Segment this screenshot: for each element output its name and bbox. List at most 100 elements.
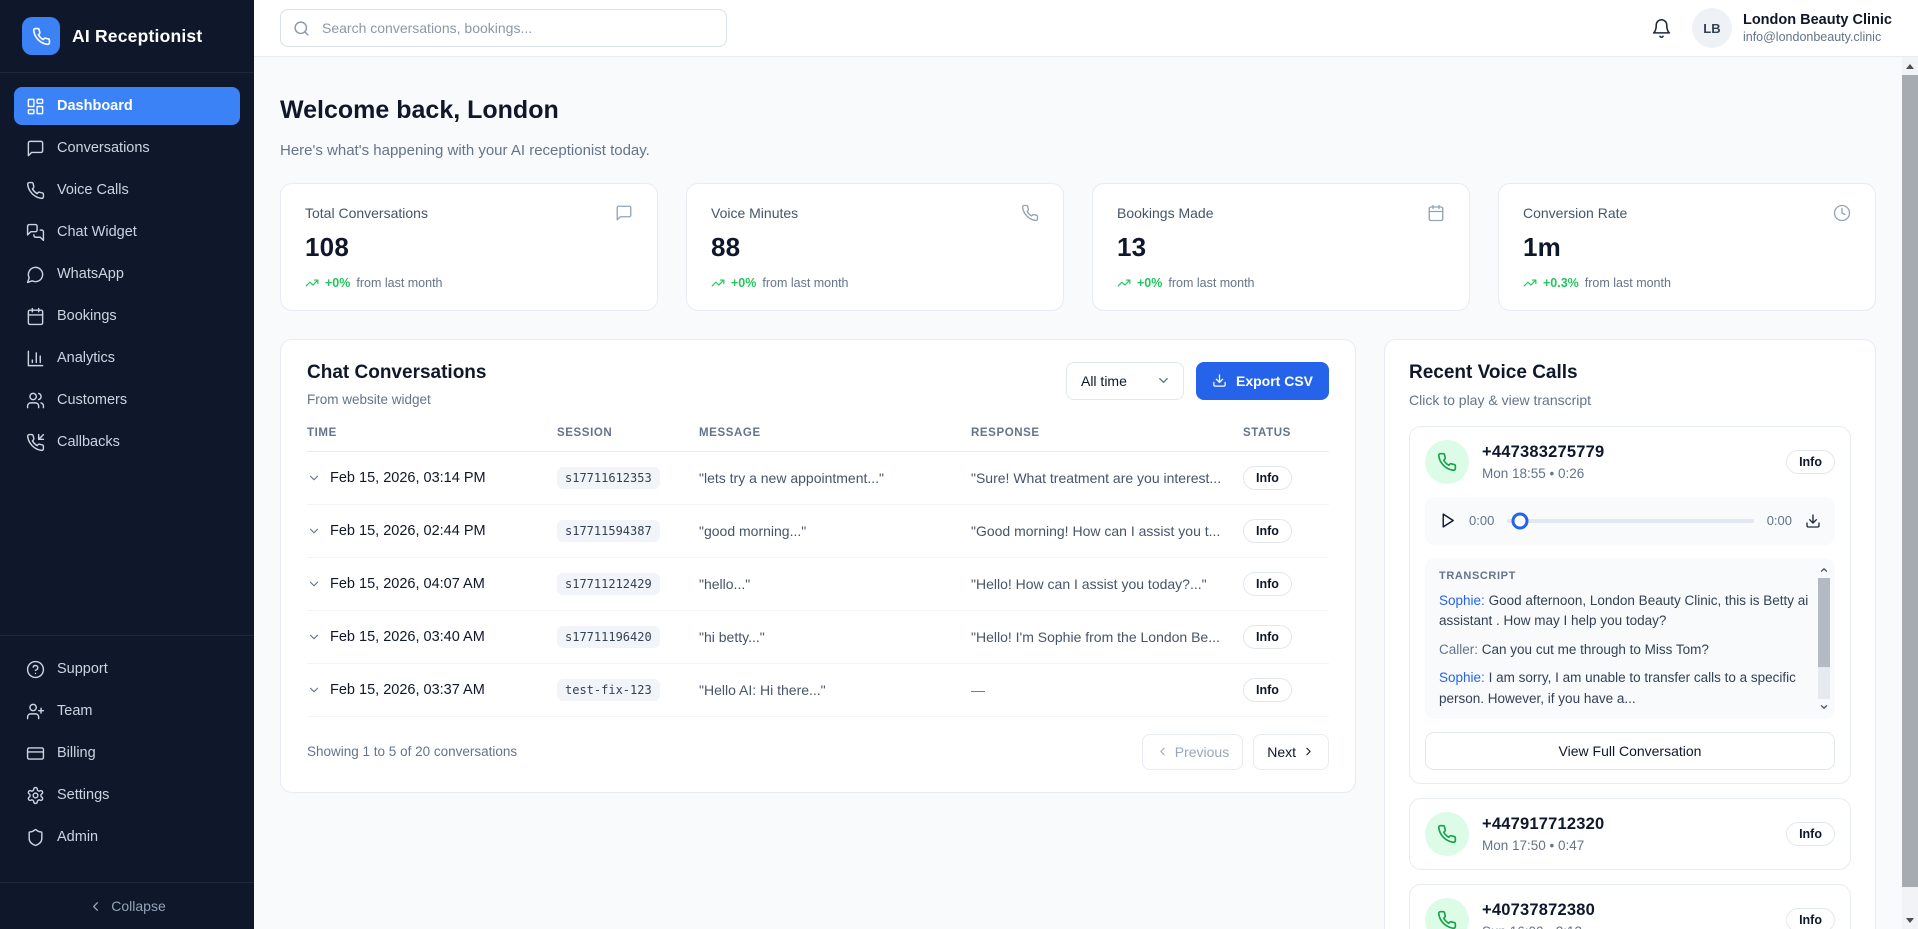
sidebar-item-chat-widget[interactable]: Chat Widget: [14, 213, 240, 251]
calendar-icon: [26, 307, 45, 326]
scroll-up-icon[interactable]: [1902, 58, 1918, 74]
table-header-row: TIME SESSION MESSAGE RESPONSE STATUS: [307, 427, 1329, 452]
download-icon: [1212, 373, 1227, 388]
table-row[interactable]: Feb 15, 2026, 03:14 PM s17711612353 "let…: [307, 452, 1329, 505]
previous-page-button[interactable]: Previous: [1142, 734, 1243, 770]
scroll-down-icon[interactable]: [1902, 912, 1918, 928]
phone-icon: [22, 17, 60, 55]
session-id-badge: s17711612353: [557, 467, 660, 489]
sidebar-item-bookings[interactable]: Bookings: [14, 297, 240, 335]
sidebar-item-conversations[interactable]: Conversations: [14, 129, 240, 167]
chevron-down-icon[interactable]: [307, 630, 321, 644]
stat-trend-value: +0.3%: [1543, 276, 1579, 290]
table-row[interactable]: Feb 15, 2026, 04:07 AM s17711212429 "hel…: [307, 558, 1329, 611]
download-icon[interactable]: [1805, 513, 1821, 529]
row-time: Feb 15, 2026, 03:40 AM: [330, 629, 485, 645]
help-circle-icon: [26, 660, 45, 679]
sidebar-item-dashboard[interactable]: Dashboard: [14, 87, 240, 125]
chevron-down-icon[interactable]: [307, 471, 321, 485]
account-email: info@londonbeauty.clinic: [1743, 30, 1892, 44]
previous-label: Previous: [1175, 744, 1229, 760]
chevron-right-icon: [1302, 745, 1315, 758]
voice-call-item[interactable]: +40737872380 Sun 16:00 • 2:13 Info: [1409, 884, 1851, 929]
scrollbar-thumb[interactable]: [1902, 75, 1918, 887]
phone-icon: [1425, 898, 1469, 929]
export-csv-button[interactable]: Export CSV: [1196, 362, 1329, 400]
transcript-scrollbar[interactable]: [1818, 566, 1830, 711]
sidebar-item-team[interactable]: Team: [14, 692, 240, 730]
shield-icon: [26, 828, 45, 847]
sidebar-item-billing[interactable]: Billing: [14, 734, 240, 772]
call-meta: Mon 17:50 • 0:47: [1482, 838, 1604, 853]
sidebar-item-voice-calls[interactable]: Voice Calls: [14, 171, 240, 209]
sidebar-item-whatsapp[interactable]: WhatsApp: [14, 255, 240, 293]
phone-incoming-icon: [26, 433, 45, 452]
page-scrollbar[interactable]: [1902, 57, 1918, 929]
voice-call-item[interactable]: +447917712320 Mon 17:50 • 0:47 Info: [1409, 798, 1851, 870]
table-row[interactable]: Feb 15, 2026, 03:40 AM s17711196420 "hi …: [307, 611, 1329, 664]
sidebar-item-support[interactable]: Support: [14, 650, 240, 688]
app-title: AI Receptionist: [72, 26, 202, 47]
stat-value: 88: [711, 232, 1039, 263]
chevron-down-icon[interactable]: [307, 577, 321, 591]
scroll-up-icon[interactable]: [1818, 564, 1830, 576]
stats-row: Total Conversations 108 +0% from last mo…: [280, 183, 1876, 311]
row-response: —: [971, 682, 1243, 698]
sidebar-item-admin[interactable]: Admin: [14, 818, 240, 856]
session-id-badge: s17711594387: [557, 520, 660, 542]
chevron-down-icon: [1156, 373, 1171, 388]
users-icon: [26, 391, 45, 410]
bar-chart-icon: [26, 349, 45, 368]
stat-label: Conversion Rate: [1523, 205, 1627, 221]
stat-label: Total Conversations: [305, 205, 428, 221]
sidebar-item-label: WhatsApp: [57, 266, 124, 282]
pagination-summary: Showing 1 to 5 of 20 conversations: [307, 744, 517, 759]
sidebar: AI Receptionist Dashboard Conversations …: [0, 0, 254, 929]
column-header-status: STATUS: [1243, 427, 1329, 439]
chevron-down-icon[interactable]: [307, 683, 321, 697]
phone-icon: [26, 181, 45, 200]
seek-slider[interactable]: [1507, 519, 1753, 523]
time-filter-select[interactable]: All time: [1066, 362, 1184, 400]
voice-call-item-expanded[interactable]: +447383275779 Mon 18:55 • 0:26 Info 0:00…: [1409, 426, 1851, 784]
recent-voice-calls-card: Recent Voice Calls Click to play & view …: [1384, 339, 1876, 929]
next-page-button[interactable]: Next: [1253, 734, 1329, 770]
topbar-right: LB London Beauty Clinic info@londonbeaut…: [1651, 8, 1892, 48]
session-id-badge: s17711196420: [557, 626, 660, 648]
sidebar-item-label: Chat Widget: [57, 224, 137, 240]
account-menu[interactable]: LB London Beauty Clinic info@londonbeaut…: [1692, 8, 1892, 48]
view-full-conversation-button[interactable]: View Full Conversation: [1425, 732, 1835, 770]
sidebar-item-analytics[interactable]: Analytics: [14, 339, 240, 377]
credit-card-icon: [26, 744, 45, 763]
search-input[interactable]: [320, 19, 714, 37]
sidebar-item-callbacks[interactable]: Callbacks: [14, 423, 240, 461]
stat-value: 1m: [1523, 232, 1851, 263]
collapse-label: Collapse: [111, 898, 165, 914]
page-title: Welcome back, London: [280, 96, 1876, 125]
play-icon[interactable]: [1439, 512, 1456, 529]
column-header-time: TIME: [307, 427, 557, 439]
player-total-time: 0:00: [1767, 513, 1792, 528]
collapse-sidebar-button[interactable]: Collapse: [0, 882, 254, 929]
table-row[interactable]: Feb 15, 2026, 02:44 PM s17711594387 "goo…: [307, 505, 1329, 558]
bell-icon[interactable]: [1651, 18, 1672, 39]
sidebar-item-label: Bookings: [57, 308, 117, 324]
table-row[interactable]: Feb 15, 2026, 03:37 AM test-fix-123 "Hel…: [307, 664, 1329, 717]
sidebar-item-settings[interactable]: Settings: [14, 776, 240, 814]
sidebar-item-customers[interactable]: Customers: [14, 381, 240, 419]
row-response: "Sure! What treatment are you interest..…: [971, 470, 1243, 486]
scrollbar-thumb[interactable]: [1818, 578, 1830, 668]
phone-icon: [1021, 204, 1039, 222]
call-info-button[interactable]: Info: [1786, 822, 1835, 846]
scroll-down-icon[interactable]: [1818, 701, 1830, 713]
stat-trend-suffix: from last month: [1585, 276, 1671, 290]
chevron-down-icon[interactable]: [307, 524, 321, 538]
call-info-button[interactable]: Info: [1786, 908, 1835, 929]
phone-icon: [1425, 440, 1469, 484]
slider-handle[interactable]: [1511, 512, 1528, 529]
message-square-icon: [615, 204, 633, 222]
call-info-button[interactable]: Info: [1786, 450, 1835, 474]
transcript-text: Good afternoon, London Beauty Clinic, th…: [1439, 593, 1808, 629]
message-square-icon: [26, 139, 45, 158]
row-message: "Hello AI: Hi there...": [699, 682, 971, 698]
